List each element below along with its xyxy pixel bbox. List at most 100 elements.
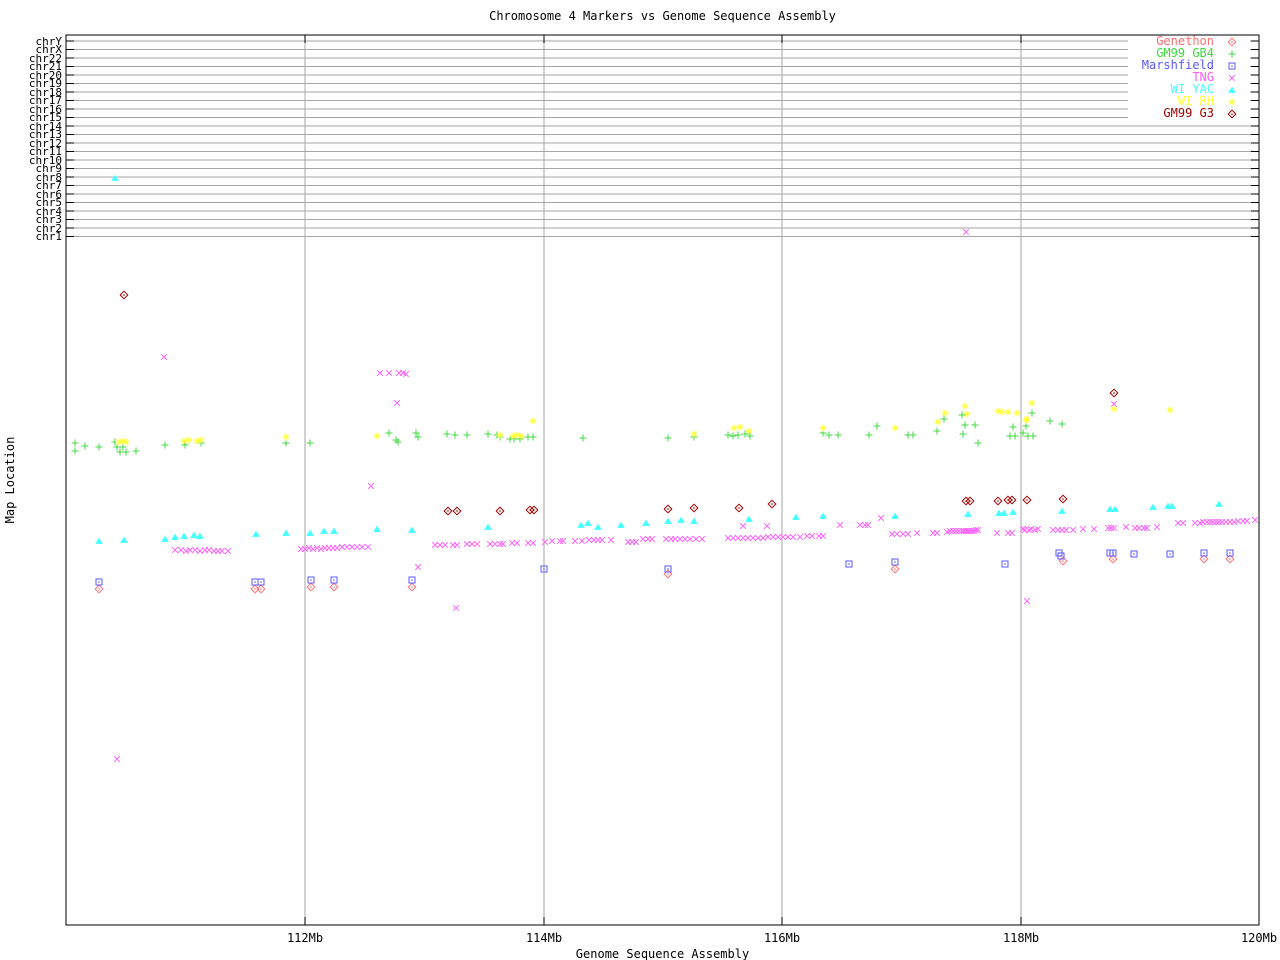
point-tng: [1049, 526, 1057, 534]
point-gm99-g3: [443, 506, 453, 516]
point-wi-yac: [252, 530, 260, 537]
point-tng: [698, 535, 706, 543]
point-gm99-gb4: [961, 421, 969, 429]
point-tng: [763, 522, 771, 530]
point-tng: [186, 546, 194, 554]
point-gm99-gb4: [385, 429, 393, 437]
point-tng: [1212, 518, 1220, 526]
point-wi-yac: [320, 527, 328, 534]
point-tng: [559, 537, 567, 545]
point-wi-yac: [161, 535, 169, 542]
point-gm99-gb4: [664, 434, 672, 442]
point-gm99-g3: [993, 496, 1003, 506]
point-gm99-gb4: [119, 443, 127, 451]
point-wi-rh: [941, 409, 949, 417]
point-wi-yac: [111, 174, 119, 181]
point-tng: [313, 544, 321, 552]
point-tng: [224, 547, 232, 555]
point-wi-yac: [190, 531, 198, 538]
point-gm99-gb4: [940, 415, 948, 423]
point-tng: [441, 541, 449, 549]
point-tng: [739, 534, 747, 542]
point-gm99-gb4: [959, 430, 967, 438]
point-gm99-gb4: [734, 431, 742, 439]
point-tng: [556, 537, 564, 545]
point-tng: [1027, 525, 1035, 533]
data-points: [71, 174, 1259, 763]
point-gm99-gb4: [1028, 409, 1036, 417]
point-tng: [1107, 524, 1115, 532]
point-tng: [893, 530, 901, 538]
point-wi-rh: [934, 418, 942, 426]
point-tng: [205, 546, 213, 554]
point-tng: [789, 533, 797, 541]
point-gm99-gb4: [451, 431, 459, 439]
point-tng: [1179, 519, 1187, 527]
point-tng: [1230, 518, 1238, 526]
point-wi-yac: [745, 515, 753, 522]
legend: Genethon GM99 GB4 Marshfield TNG WI YAC WI RH…: [1128, 35, 1250, 119]
point-wi-yac: [1215, 500, 1223, 507]
point-tng: [364, 543, 372, 551]
point-tng: [639, 535, 647, 543]
point-tng: [681, 535, 689, 543]
point-tng: [607, 536, 615, 544]
point-tng: [1069, 526, 1077, 534]
point-gm99-g3: [495, 506, 505, 516]
point-wi-yac: [196, 532, 204, 539]
point-wi-yac: [1058, 507, 1066, 514]
point-gm99-gb4: [865, 431, 873, 439]
point-tng: [436, 541, 444, 549]
marshfield-marker-icon: [1228, 62, 1236, 69]
point-wi-rh: [122, 438, 130, 446]
point-tng: [686, 535, 694, 543]
point-gm99-g3: [1022, 495, 1032, 505]
point-gm99-gb4: [825, 431, 833, 439]
genethon-marker-icon: [1227, 37, 1237, 46]
point-gm99-gb4: [529, 433, 537, 441]
point-wi-yac: [306, 529, 314, 536]
point-tng: [524, 539, 532, 547]
point-tng: [113, 755, 121, 763]
point-genethon: [306, 582, 316, 592]
legend-item-gm99-g3: GM99 G3: [1128, 107, 1250, 119]
point-tng: [676, 535, 684, 543]
point-tng: [671, 535, 679, 543]
point-wi-yac: [677, 516, 685, 523]
point-genethon: [329, 582, 339, 592]
point-wi-rh: [1028, 399, 1036, 407]
point-wi-rh: [961, 402, 969, 410]
point-gm99-gb4: [834, 431, 842, 439]
point-tng: [513, 539, 521, 547]
point-genethon: [890, 564, 900, 574]
point-gm99-gb4: [161, 441, 169, 449]
point-wi-yac: [964, 510, 972, 517]
point-wi-yac: [1149, 503, 1157, 510]
point-tng: [338, 543, 346, 551]
point-tng: [598, 536, 606, 544]
point-tng: [888, 530, 896, 538]
point-tng: [739, 522, 747, 530]
point-tng: [648, 535, 656, 543]
point-tng: [662, 535, 670, 543]
point-marshfield: [845, 560, 853, 568]
point-tng: [692, 535, 700, 543]
point-tng: [191, 546, 199, 554]
point-tng: [367, 482, 375, 490]
point-tng: [724, 534, 732, 542]
point-tng: [529, 539, 537, 547]
tng-marker-icon: [1228, 74, 1236, 81]
point-tng: [1243, 517, 1251, 525]
point-tng: [949, 527, 957, 535]
point-wi-rh: [690, 430, 698, 438]
point-tng: [933, 529, 941, 537]
point-gm99-g3: [1058, 494, 1068, 504]
point-tng: [541, 538, 549, 546]
point-tng: [1174, 519, 1182, 527]
point-tng: [864, 521, 872, 529]
x-axis-tick-label: 118Mb: [1002, 931, 1040, 945]
point-wi-yac: [594, 523, 602, 530]
point-tng: [343, 543, 351, 551]
point-tng: [632, 538, 640, 546]
point-wi-rh: [963, 410, 971, 418]
